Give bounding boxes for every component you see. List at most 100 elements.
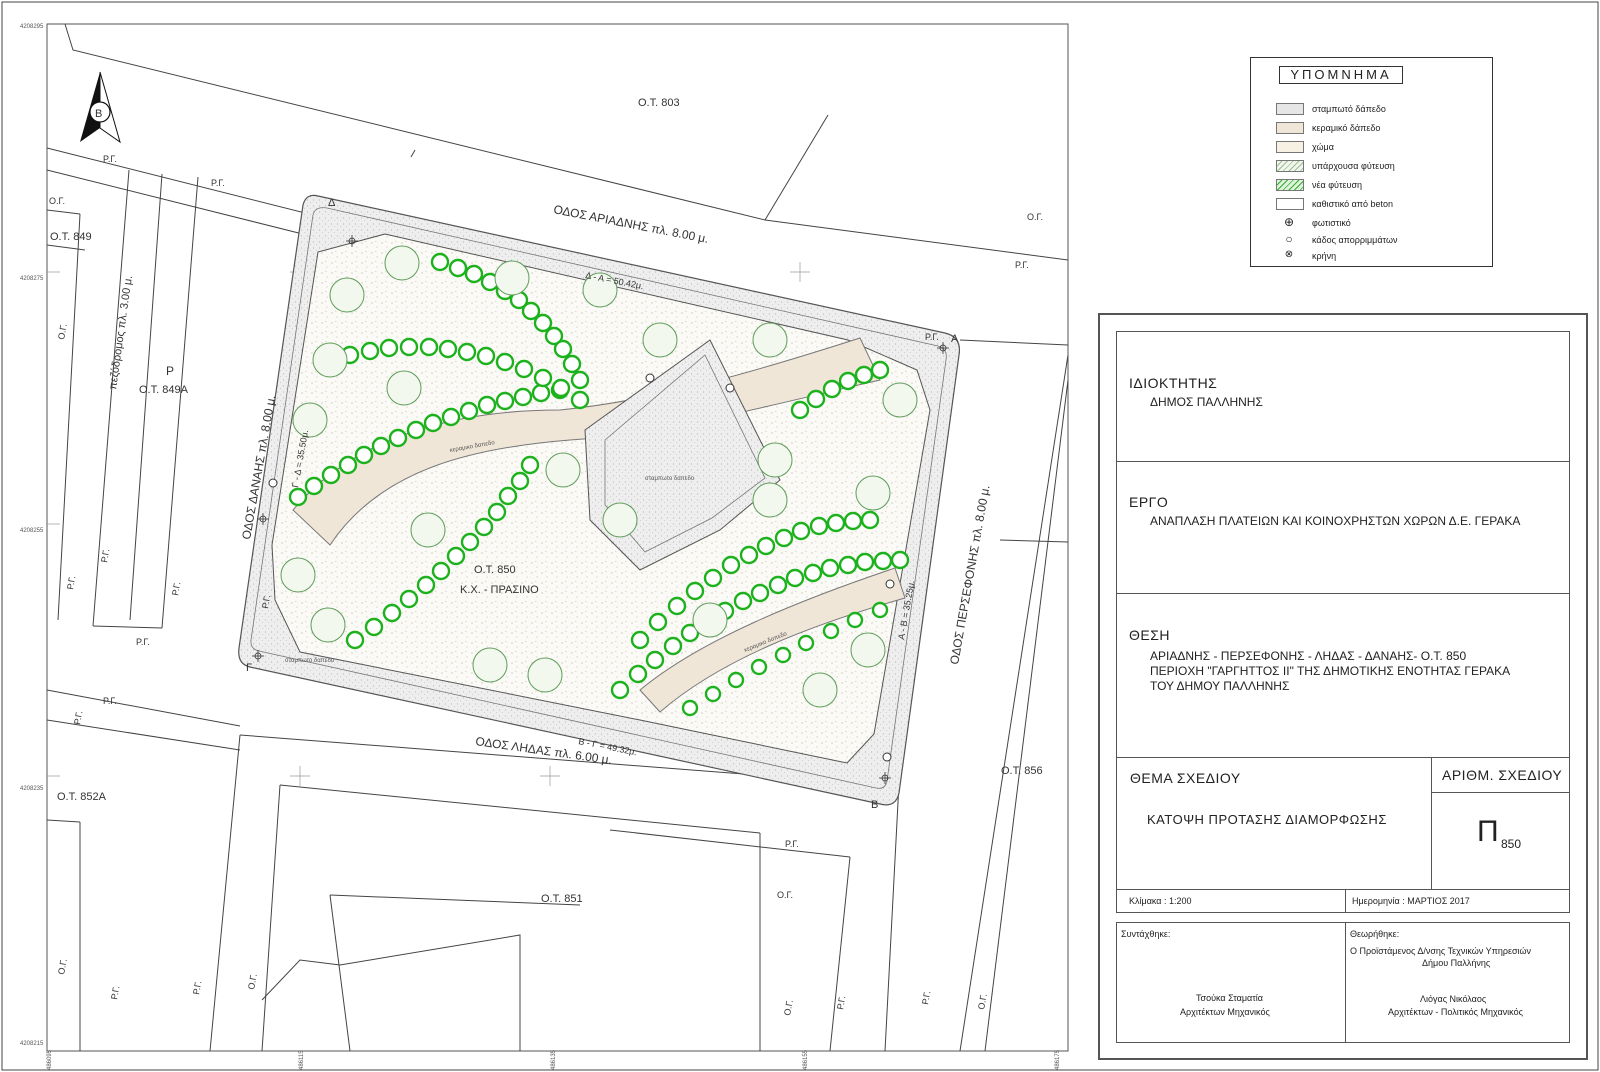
new-tree bbox=[531, 383, 551, 403]
new-tree bbox=[871, 601, 889, 619]
new-tree bbox=[685, 581, 705, 601]
title-block: ΙΔΙΟΚΤΗΤΗΣ ΔΗΜΟΣ ΠΑΛΛΗΝΗΣ ΕΡΓΟ ΑΝΑΠΛΑΣΗ … bbox=[1098, 313, 1588, 1060]
new-tree bbox=[423, 413, 443, 433]
new-tree bbox=[785, 568, 805, 588]
svg-text:Ο.Γ.: Ο.Γ. bbox=[777, 890, 793, 900]
svg-text:Ρ.Γ.: Ρ.Γ. bbox=[1015, 260, 1029, 270]
new-tree bbox=[321, 465, 341, 485]
new-tree bbox=[809, 516, 829, 536]
new-tree bbox=[610, 680, 630, 700]
stamped-label-2: σταμπωτο δαπεδο bbox=[285, 658, 335, 664]
block-p: Ρ bbox=[166, 364, 174, 378]
place-line-3: ΤΟΥ ΔΗΜΟΥ ΠΑΛΛΗΝΗΣ bbox=[1150, 679, 1290, 693]
author-title: Αρχιτέκτων Μηχανικός bbox=[1180, 1007, 1270, 1017]
svg-text:Ρ.Γ.: Ρ.Γ. bbox=[211, 178, 225, 188]
new-tree bbox=[822, 379, 842, 399]
new-tree bbox=[533, 368, 553, 388]
new-tree bbox=[681, 699, 699, 717]
new-tree bbox=[551, 378, 571, 398]
block-ot856: Ο.Τ. 856 bbox=[1001, 765, 1043, 777]
new-tree bbox=[860, 510, 880, 530]
date-cell: Ημερομηνία : ΜΑΡΤΙΟΣ 2017 bbox=[1345, 889, 1570, 913]
block-ot803: Ο.Τ. 803 bbox=[638, 97, 680, 109]
corner-d: Δ bbox=[328, 197, 336, 209]
owner-heading: ΙΔΙΟΚΤΗΤΗΣ bbox=[1129, 375, 1218, 391]
svg-text:Ρ.Γ.: Ρ.Γ. bbox=[72, 710, 84, 725]
new-tree bbox=[364, 617, 384, 637]
existing-tree bbox=[280, 557, 316, 593]
new-tree bbox=[774, 646, 792, 664]
compiled-cell: Συντάχθηκε: Τσούκα Σταματία Αρχιτέκτων Μ… bbox=[1116, 922, 1346, 1043]
existing-tree bbox=[310, 607, 346, 643]
svg-text:Ρ.Γ.: Ρ.Γ. bbox=[920, 990, 932, 1005]
existing-tree bbox=[472, 647, 508, 683]
new-tree bbox=[371, 436, 391, 456]
new-tree bbox=[416, 575, 436, 595]
svg-text:Ο.Γ.: Ο.Γ. bbox=[49, 196, 65, 206]
new-tree bbox=[460, 532, 480, 552]
new-tree bbox=[477, 395, 497, 415]
new-tree bbox=[750, 658, 768, 676]
new-tree bbox=[870, 360, 890, 380]
existing-tree bbox=[292, 402, 328, 438]
new-tree bbox=[703, 568, 723, 588]
bin-icon: ○ bbox=[1285, 232, 1293, 246]
svg-text:486095: 486095 bbox=[47, 1049, 53, 1070]
north-arrow: Β bbox=[80, 71, 121, 144]
theme-heading: ΘΕΜΑ ΣΧΕΔΙΟΥ bbox=[1130, 770, 1241, 786]
legend-title: ΥΠΟΜΝΗΜΑ bbox=[1279, 66, 1403, 84]
road-pedestrian: πεζόδρομος πλ. 3.00 μ. bbox=[107, 275, 135, 391]
road-persefonis: ΟΔΟΣ ΠΕΡΣΕΦΟΝΗΣ πλ. 8.00 μ. bbox=[947, 484, 992, 666]
new-tree bbox=[562, 354, 582, 374]
block-ot849a: Ο.Τ. 849Α bbox=[139, 384, 189, 396]
new-tree bbox=[721, 555, 741, 575]
new-tree bbox=[382, 603, 402, 623]
new-tree bbox=[768, 575, 788, 595]
new-tree bbox=[838, 371, 858, 391]
north-letter: Β bbox=[95, 108, 102, 120]
place-heading: ΘΕΣΗ bbox=[1129, 627, 1170, 643]
theme-cell: ΘΕΜΑ ΣΧΕΔΙΟΥ ΚΑΤΟΨΗ ΠΡΟΤΑΣΗΣ ΔΙΑΜΟΡΦΩΣΗΣ bbox=[1116, 757, 1432, 890]
director-name: Λιόγας Νικόλαος bbox=[1420, 994, 1487, 1004]
new-tree bbox=[704, 685, 722, 703]
svg-text:4208275: 4208275 bbox=[20, 276, 44, 282]
new-tree bbox=[628, 664, 648, 684]
swatch-new bbox=[1276, 179, 1304, 191]
block-ot851: Ο.Τ. 851 bbox=[541, 893, 583, 905]
existing-tree bbox=[602, 502, 638, 538]
svg-text:Ο.Γ.: Ο.Γ. bbox=[56, 323, 69, 340]
block-ot850: Ο.Τ. 850 bbox=[474, 564, 516, 576]
number-heading-cell: ΑΡΙΘΜ. ΣΧΕΔΙΟΥ bbox=[1431, 757, 1570, 793]
existing-tree bbox=[410, 512, 446, 548]
svg-text:Ο.Γ.: Ο.Γ. bbox=[976, 993, 989, 1010]
new-tree bbox=[360, 341, 380, 361]
existing-tree bbox=[692, 602, 728, 638]
block-kx: Κ.Χ. - ΠΡΑΣΙΝΟ bbox=[460, 584, 539, 596]
existing-tree bbox=[329, 277, 365, 313]
new-tree bbox=[803, 563, 823, 583]
drawing-number-letter: Π bbox=[1477, 815, 1499, 848]
new-tree bbox=[441, 407, 461, 427]
existing-tree bbox=[312, 342, 348, 378]
new-tree bbox=[855, 552, 875, 572]
svg-text:Ρ.Γ.: Ρ.Γ. bbox=[99, 548, 111, 563]
svg-text:Ο.Γ.: Ο.Γ. bbox=[1027, 212, 1043, 222]
new-tree bbox=[822, 622, 840, 640]
scale-cell: Κλίμακα : 1:200 bbox=[1116, 889, 1346, 913]
existing-tree bbox=[882, 382, 918, 418]
new-tree bbox=[645, 650, 665, 670]
new-tree bbox=[756, 536, 776, 556]
date: Ημερομηνία : ΜΑΡΤΙΟΣ 2017 bbox=[1352, 896, 1470, 906]
new-tree bbox=[790, 400, 810, 420]
new-tree bbox=[820, 558, 840, 578]
new-tree bbox=[430, 252, 450, 272]
existing-tree bbox=[752, 482, 788, 518]
existing-tree bbox=[802, 672, 838, 708]
svg-text:4208235: 4208235 bbox=[20, 786, 44, 792]
svg-text:Ρ.Γ.: Ρ.Γ. bbox=[103, 154, 117, 164]
new-tree bbox=[797, 634, 815, 652]
stamped-label: σταμπωτο δαπεδο bbox=[645, 476, 695, 482]
swatch-soil bbox=[1276, 141, 1304, 153]
svg-text:4208215: 4208215 bbox=[20, 1041, 44, 1047]
svg-text:Ο.Γ.: Ο.Γ. bbox=[246, 973, 259, 990]
